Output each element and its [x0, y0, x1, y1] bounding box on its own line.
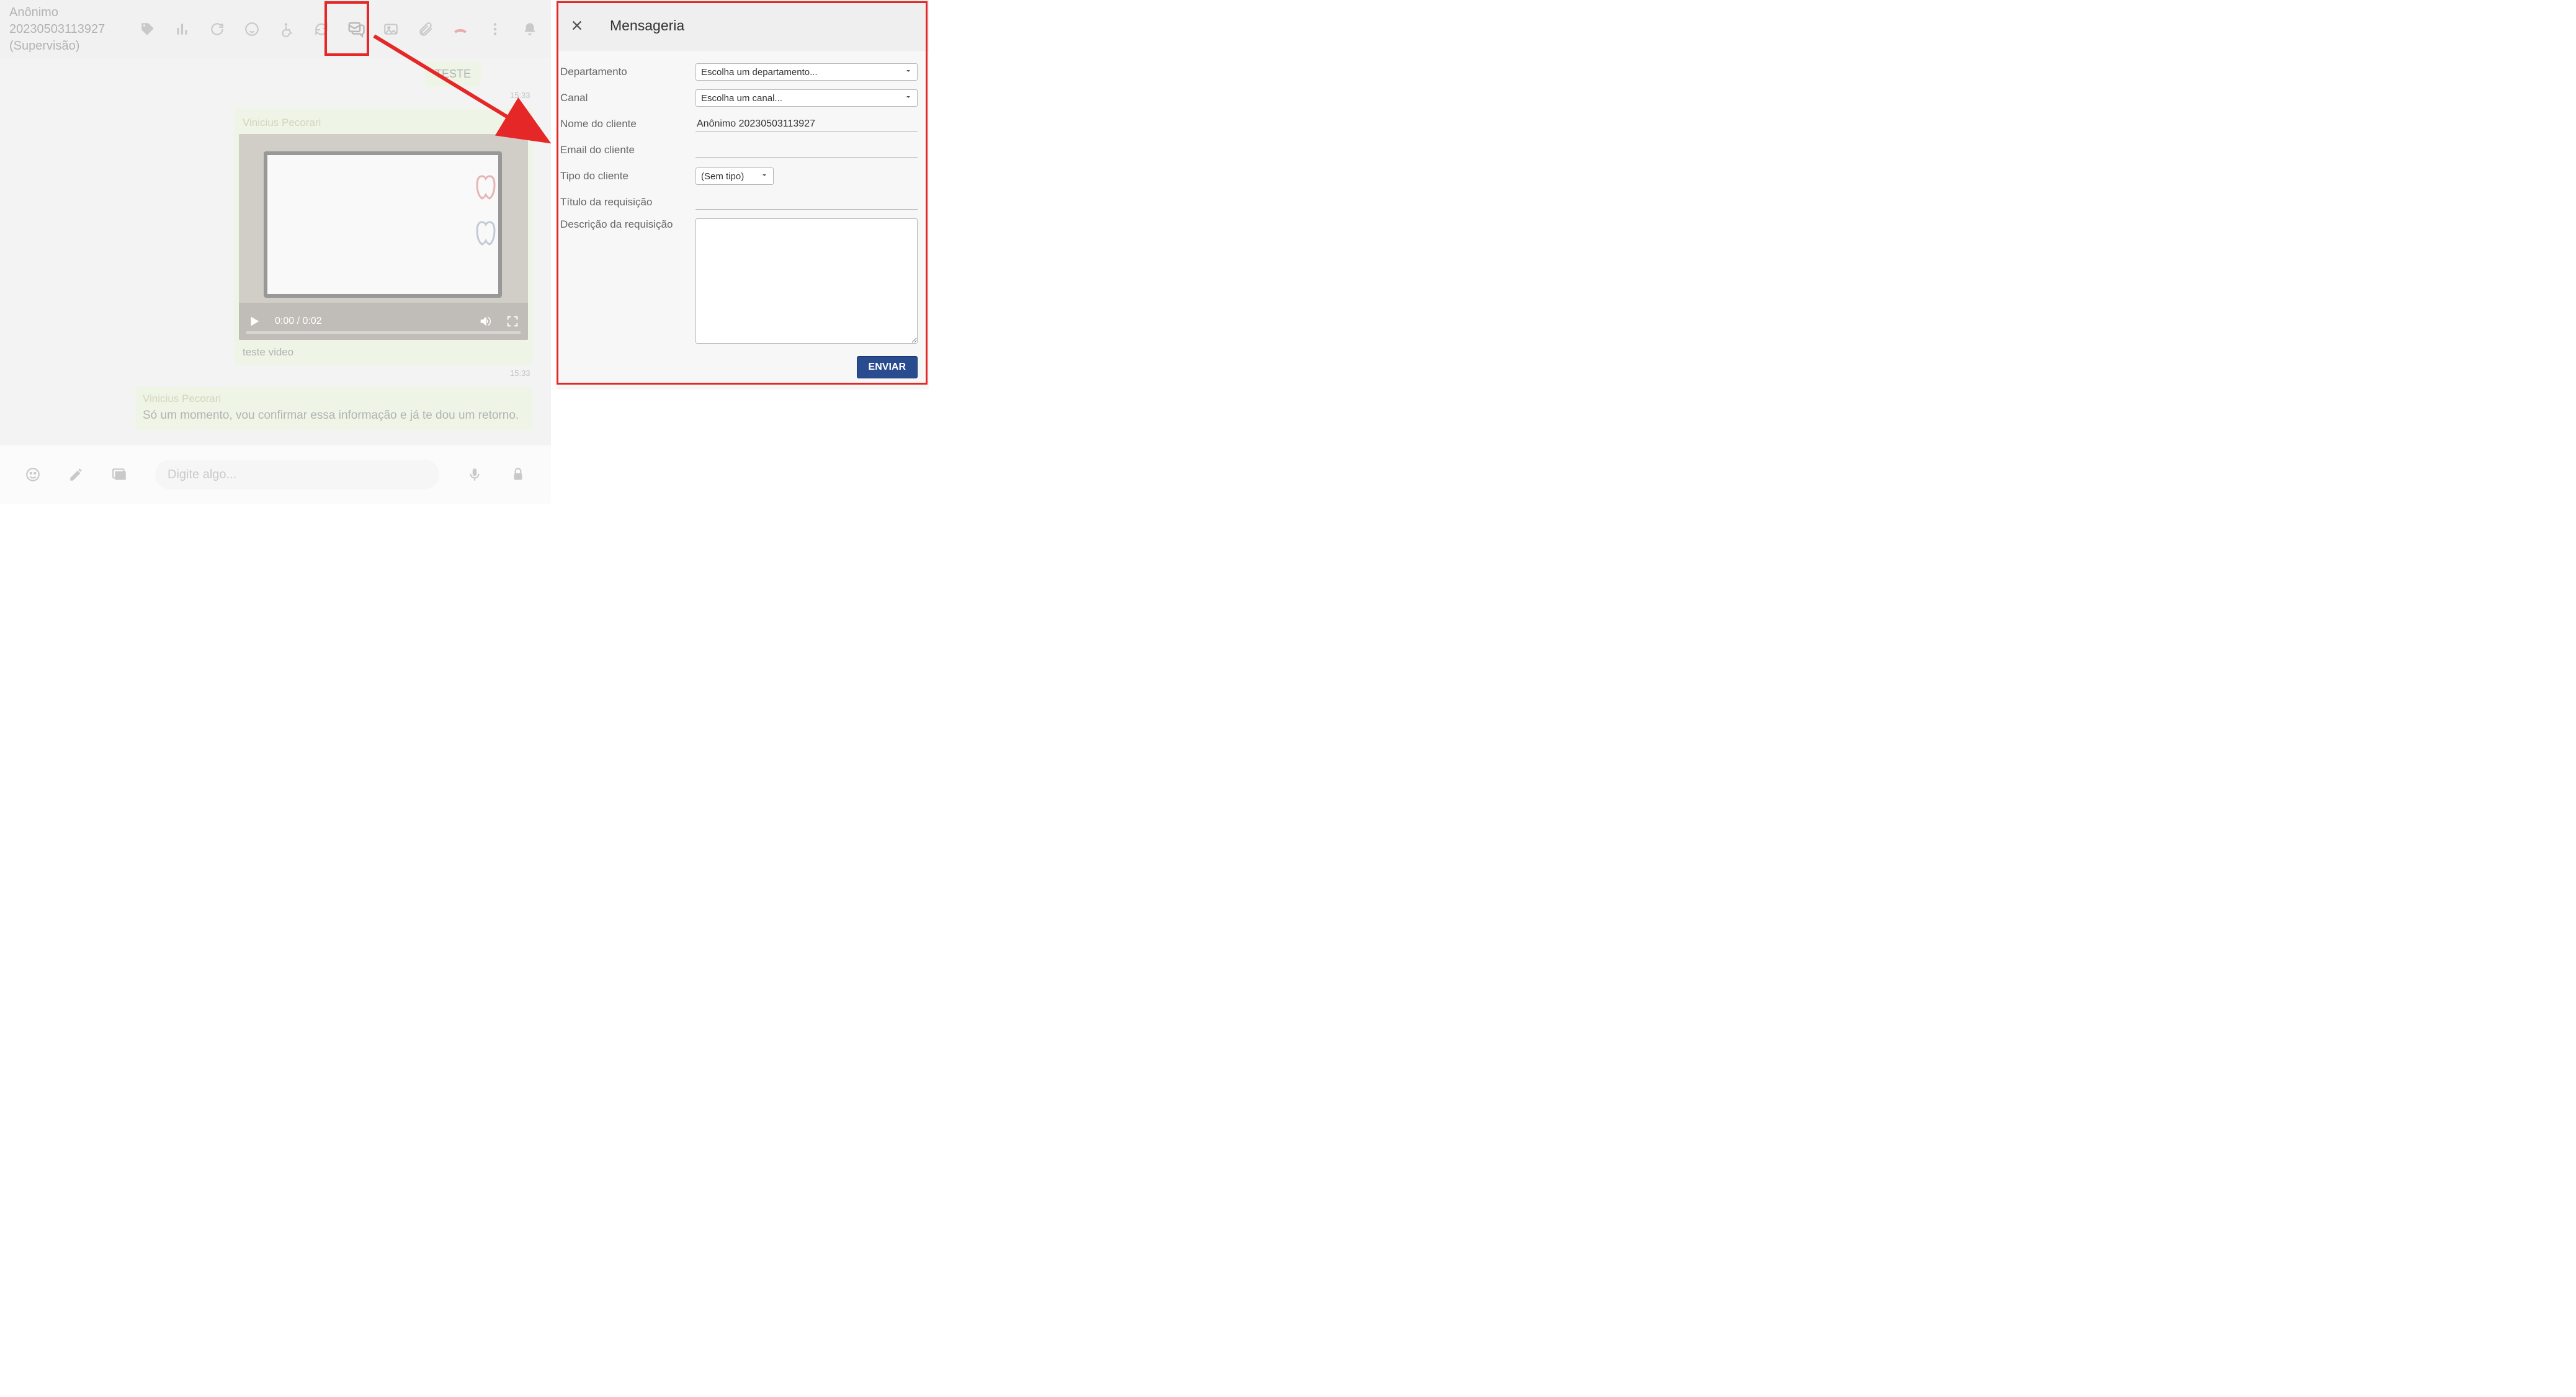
image-icon[interactable] [383, 21, 399, 37]
select-departamento[interactable]: Escolha um departamento... [695, 63, 918, 81]
timestamp-2: 15:33 [510, 368, 530, 378]
tag-icon[interactable] [140, 21, 156, 37]
select-canal-value: Escolha um canal... [701, 93, 782, 104]
video-controls: 0:00 / 0:02 [239, 303, 528, 340]
video-player[interactable]: 0:00 / 0:02 [239, 134, 528, 340]
contact-name-2: 20230503113927 [9, 21, 105, 38]
text-sender: Vinicius Pecorari [143, 393, 525, 405]
select-departamento-value: Escolha um departamento... [701, 67, 818, 78]
attachment-icon[interactable] [418, 21, 434, 37]
secondary-logo-icon [470, 215, 509, 254]
gallery-icon[interactable] [112, 466, 128, 483]
more-icon[interactable] [487, 21, 503, 37]
anna-logo-icon [470, 169, 509, 208]
contact-info: Anônimo 20230503113927 (Supervisão) [0, 4, 105, 55]
refresh-icon[interactable] [209, 21, 225, 37]
messaging-panel: Mensageria Departamento Escolha um depar… [557, 0, 929, 504]
video-thumbnail-screen [267, 155, 498, 294]
contact-role: (Supervisão) [9, 38, 105, 55]
hangup-icon[interactable] [452, 21, 468, 37]
video-time: 0:00 / 0:02 [275, 316, 322, 327]
input-bar: Digite algo... [0, 445, 551, 504]
panel-header: Mensageria [557, 0, 929, 51]
pencil-icon[interactable] [68, 466, 84, 483]
label-canal: Canal [560, 92, 695, 104]
teste-text: TESTE [435, 68, 471, 80]
panel-body: Departamento Escolha um departamento... … [557, 51, 929, 390]
message-input[interactable]: Digite algo... [155, 460, 439, 489]
label-nome-cliente: Nome do cliente [560, 118, 695, 130]
analytics-icon[interactable] [174, 21, 190, 37]
message-teste: TESTE [425, 61, 481, 87]
label-email-cliente: Email do cliente [560, 144, 695, 156]
input-nome-cliente[interactable] [695, 117, 918, 132]
highlight-box [324, 1, 369, 56]
video-caption: teste video [239, 340, 528, 359]
video-progress[interactable] [246, 331, 521, 334]
bell-icon[interactable] [522, 21, 538, 37]
contact-name-1: Anônimo [9, 4, 105, 21]
play-icon[interactable] [248, 315, 261, 328]
select-canal[interactable]: Escolha um canal... [695, 89, 918, 107]
text-body: Só um momento, vou confirmar essa inform… [143, 408, 525, 424]
message-video: Vinicius Pecorari 0:00 / 0:02 [234, 109, 533, 365]
chat-messages: TESTE 15:33 Vinicius Pecorari 0 [0, 58, 551, 445]
emoji-icon[interactable] [25, 466, 41, 483]
input-email-cliente[interactable] [695, 143, 918, 158]
select-tipo-value: (Sem tipo) [701, 171, 744, 182]
mic-icon[interactable] [467, 466, 483, 483]
input-placeholder: Digite algo... [168, 468, 236, 482]
timestamp-1: 15:33 [510, 91, 530, 100]
chevron-down-icon [905, 67, 912, 78]
panel-title: Mensageria [610, 17, 684, 34]
video-sender: Vinicius Pecorari [239, 114, 528, 134]
wheelchair-icon[interactable] [279, 21, 295, 37]
submit-button[interactable]: ENVIAR [857, 356, 918, 378]
video-thumbnail-monitor [264, 151, 502, 298]
label-titulo-req: Título da requisição [560, 196, 695, 208]
lock-icon[interactable] [510, 466, 526, 483]
volume-icon[interactable] [478, 315, 492, 328]
message-text: Vinicius Pecorari Só um momento, vou con… [135, 386, 532, 430]
label-departamento: Departamento [560, 66, 695, 78]
close-icon[interactable] [570, 19, 584, 32]
label-descricao-req: Descrição da requisição [560, 218, 695, 231]
textarea-descricao[interactable] [695, 218, 918, 344]
chevron-down-icon [761, 171, 768, 182]
fullscreen-icon[interactable] [506, 315, 519, 328]
label-tipo-cliente: Tipo do cliente [560, 170, 695, 182]
input-titulo-req[interactable] [695, 195, 918, 210]
select-tipo-cliente[interactable]: (Sem tipo) [695, 167, 774, 185]
chat-pane: Anônimo 20230503113927 (Supervisão) [0, 0, 551, 504]
chevron-down-icon [905, 93, 912, 104]
support-face-icon[interactable] [244, 21, 260, 37]
